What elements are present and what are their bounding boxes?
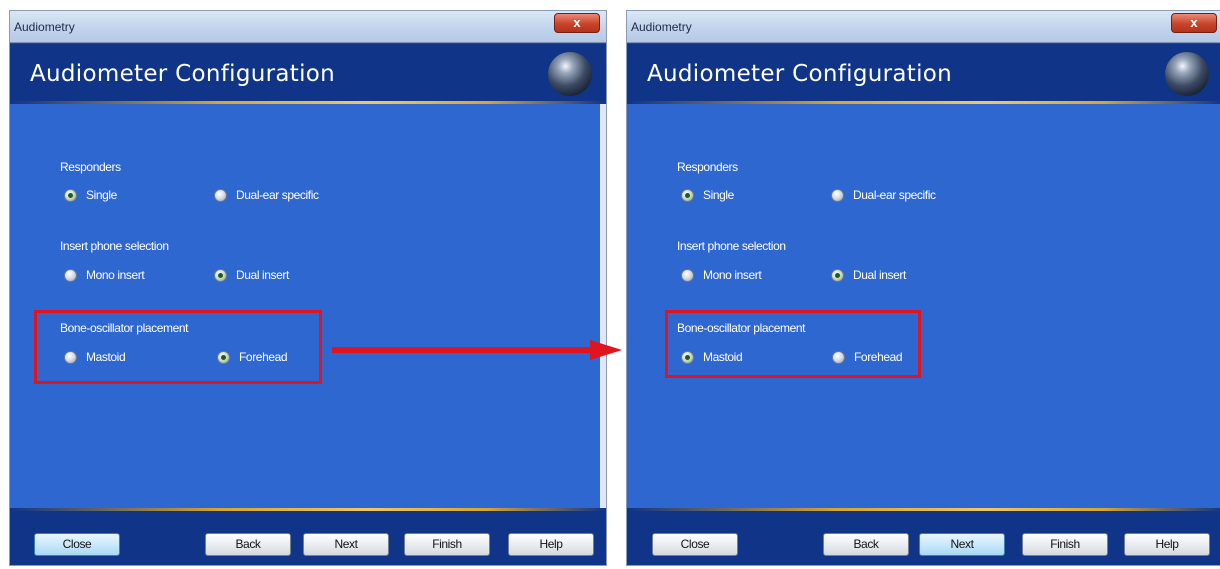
- radio-dual-insert[interactable]: Dual insert: [214, 268, 289, 282]
- radio-selected-icon: [64, 188, 77, 202]
- page-title: Audiometer Configuration: [647, 61, 953, 87]
- page-title: Audiometer Configuration: [30, 61, 336, 87]
- radio-label: Dual insert: [236, 268, 289, 282]
- radio-label: Dual-ear specific: [236, 188, 319, 202]
- footer-divider: [627, 508, 1220, 511]
- radio-mono-insert[interactable]: Mono insert: [64, 268, 145, 282]
- audiometry-window-before: Audiometry x Audiometer Configuration Re…: [9, 10, 607, 566]
- radio-label: Single: [86, 188, 117, 202]
- back-button[interactable]: Back: [823, 533, 909, 556]
- next-button[interactable]: Next: [919, 533, 1005, 556]
- red-arrow-icon: [332, 340, 622, 360]
- highlight-box: [34, 310, 322, 384]
- title-bar: Audiometry x: [627, 11, 1220, 43]
- close-window-button[interactable]: x: [554, 13, 600, 33]
- responders-label: Responders: [677, 160, 738, 174]
- back-button[interactable]: Back: [205, 533, 291, 556]
- globe-icon: [1165, 52, 1209, 96]
- wizard-header: Audiometer Configuration: [627, 44, 1220, 104]
- close-button[interactable]: Close: [652, 533, 738, 556]
- radio-dual-ear-specific[interactable]: Dual-ear specific: [831, 188, 936, 202]
- radio-selected-icon: [831, 268, 844, 282]
- radio-unselected-icon: [64, 268, 77, 282]
- finish-button[interactable]: Finish: [1022, 533, 1108, 556]
- audiometry-window-after: Audiometry x Audiometer Configuration Re…: [626, 10, 1220, 566]
- highlight-box: [665, 310, 921, 378]
- responders-label: Responders: [60, 160, 121, 174]
- radio-dual-insert[interactable]: Dual insert: [831, 268, 906, 282]
- button-bar: Close Back Next Finish Help: [627, 508, 1220, 565]
- wizard-header: Audiometer Configuration: [10, 44, 606, 104]
- radio-unselected-icon: [214, 188, 227, 202]
- radio-label: Mono insert: [703, 268, 762, 282]
- config-panel: Responders Single Dual-ear specific Inse…: [627, 104, 1220, 508]
- button-bar: Close Back Next Finish Help: [10, 508, 606, 565]
- close-button[interactable]: Close: [34, 533, 120, 556]
- footer-divider: [10, 508, 606, 511]
- radio-label: Dual-ear specific: [853, 188, 936, 202]
- radio-dual-ear-specific[interactable]: Dual-ear specific: [214, 188, 319, 202]
- radio-label: Single: [703, 188, 734, 202]
- radio-unselected-icon: [831, 188, 844, 202]
- help-button[interactable]: Help: [1124, 533, 1210, 556]
- radio-single[interactable]: Single: [681, 188, 734, 202]
- finish-button[interactable]: Finish: [404, 533, 490, 556]
- next-button[interactable]: Next: [303, 533, 389, 556]
- insert-phone-label: Insert phone selection: [677, 239, 786, 253]
- help-button[interactable]: Help: [508, 533, 594, 556]
- radio-label: Dual insert: [853, 268, 906, 282]
- radio-selected-icon: [214, 268, 227, 282]
- globe-icon: [548, 52, 592, 96]
- radio-label: Mono insert: [86, 268, 145, 282]
- window-title: Audiometry: [631, 20, 692, 34]
- config-panel: Responders Single Dual-ear specific Inse…: [10, 104, 606, 508]
- radio-selected-icon: [681, 188, 694, 202]
- close-window-button[interactable]: x: [1171, 13, 1217, 33]
- title-bar: Audiometry x: [10, 11, 606, 43]
- window-title: Audiometry: [14, 20, 75, 34]
- radio-single[interactable]: Single: [64, 188, 117, 202]
- scrollbar[interactable]: [600, 104, 606, 508]
- radio-mono-insert[interactable]: Mono insert: [681, 268, 762, 282]
- radio-unselected-icon: [681, 268, 694, 282]
- insert-phone-label: Insert phone selection: [60, 239, 169, 253]
